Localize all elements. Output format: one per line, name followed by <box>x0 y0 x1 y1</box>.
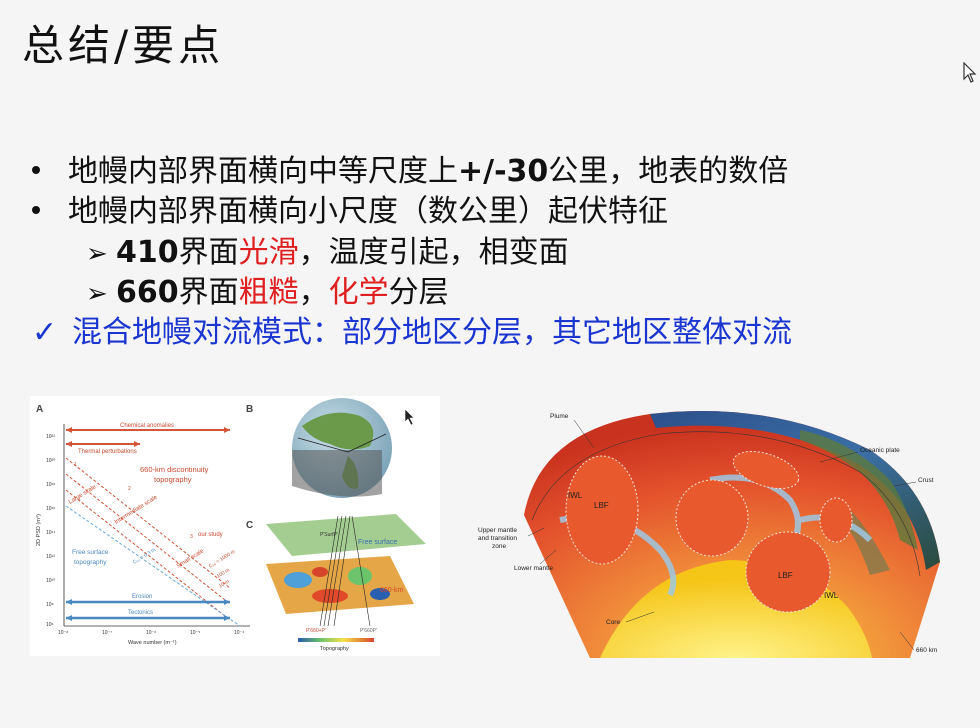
bullet-1-value: +/-30 <box>458 154 549 189</box>
globe-image <box>292 398 392 498</box>
panel-c-label: C <box>246 520 253 531</box>
topography-colorbar <box>298 638 374 642</box>
check-bullet-text: 混合地幔对流模式：部分地区分层，其它地区整体对流 <box>72 315 792 350</box>
chem-anomalies-label: Chemical anomalies <box>120 423 174 429</box>
sub-660-number: 660 <box>116 275 179 310</box>
sub-660-t1: 界面 <box>178 275 239 310</box>
sub-410-red: 光滑 <box>238 235 299 270</box>
iwl-label: IWL <box>568 491 583 500</box>
phase-label: P'SurfP' <box>320 532 338 538</box>
y-axis-label: 2D PSD (m⁴) <box>35 514 42 546</box>
y-tick: 10¹⁴ <box>46 530 55 536</box>
mouse-cursor-icon-2 <box>404 408 415 426</box>
bullet-1-text: 地幔内部界面横向中等尺度上 <box>68 154 458 189</box>
y-tick: 10²⁰ <box>46 458 55 464</box>
topography-label: Topography <box>320 646 349 652</box>
panel-b-label: B <box>246 404 253 415</box>
checkmark-icon: ✓ <box>32 315 58 350</box>
free-surface-c-label: Free surface <box>358 539 397 546</box>
sub-660-red2: 化学 <box>328 275 389 310</box>
upper-mantle-label-3: zone <box>492 543 506 550</box>
panel-a-label: A <box>36 404 43 415</box>
our-study-label: our study <box>198 532 223 538</box>
sub-410-t1: 界面 <box>178 235 239 270</box>
660km-c-label: 660-km <box>380 587 404 594</box>
phase-label: P'660P' <box>360 628 377 634</box>
sub-bullet-410: ➢ 410界面光滑，温度引起，相变面 <box>86 227 569 271</box>
bullet-dot-icon <box>32 165 40 174</box>
y-tick: 10⁶ <box>46 622 54 628</box>
y-tick: 10¹⁶ <box>46 506 55 512</box>
lbf-label: LBF <box>594 501 609 510</box>
sub-660-t3: 分层 <box>388 275 449 310</box>
sub-660-red1: 粗糙 <box>238 275 299 310</box>
x-tick: 10⁻⁷ <box>102 630 112 636</box>
lbf-label-2: LBF <box>778 571 793 580</box>
tectonics-label: Tectonics <box>128 610 153 616</box>
mouse-cursor-icon <box>963 62 977 83</box>
oceanic-plate-label: Oceanic plate <box>860 447 900 454</box>
x-tick: 10⁻⁶ <box>146 630 156 636</box>
crust-label: Crust <box>918 477 934 484</box>
phase-label: P'660+P' <box>306 628 326 634</box>
upper-mantle-label: Upper mantle <box>478 527 517 534</box>
label-n3: 3 <box>190 534 193 540</box>
y-tick: 10¹⁸ <box>46 482 55 488</box>
sub-410-number: 410 <box>116 235 179 270</box>
bullet-1-suffix: 公里，地表的数倍 <box>548 154 789 189</box>
x-axis-label: Wave number (m⁻¹) <box>128 640 177 646</box>
y-tick: 10⁸ <box>46 602 54 608</box>
y-tick: 10¹⁰ <box>46 578 55 584</box>
thermal-label: Thermal perturbations <box>78 449 137 455</box>
label-n1: 1 <box>74 462 77 468</box>
disc-label-2: topography <box>154 475 192 484</box>
x-tick: 10⁻⁵ <box>190 630 200 636</box>
y-tick: 10¹² <box>46 554 55 560</box>
plume-label: Plume <box>550 413 569 420</box>
figure-left: A 10²² 10²⁰ 10¹⁸ 10¹⁶ 10¹⁴ 10¹² 10¹⁰ 10⁸… <box>30 396 440 656</box>
bullet-1: 地幔内部界面横向中等尺度上+/-30公里，地表的数倍 <box>28 146 788 190</box>
free-surface-label-2: topography <box>74 559 107 566</box>
arrow-bullet-icon: ➢ <box>86 279 108 309</box>
core-label: Core <box>606 619 620 626</box>
sub-bullet-660: ➢ 660界面粗糙，化学分层 <box>86 267 449 311</box>
free-surface-label: Free surface <box>72 549 109 556</box>
lower-mantle-label: Lower mantle <box>514 565 553 572</box>
sub-410-t2: ，温度引起，相变面 <box>298 235 569 270</box>
erosion-label: Erosion <box>132 594 152 600</box>
upper-mantle-label-2: and transition <box>478 535 517 542</box>
x-tick: 10⁻⁴ <box>234 630 244 636</box>
figure-right: IWL LBF LBF IWL Plume Oceanic plate Crus… <box>478 410 940 658</box>
bullet-dot-icon <box>32 205 40 214</box>
iwl-label-2: IWL <box>824 591 839 600</box>
slide-title: 总结/要点 <box>22 21 225 70</box>
check-bullet: ✓ 混合地幔对流模式：部分地区分层，其它地区整体对流 <box>32 307 792 351</box>
bullet-2: 地幔内部界面横向小尺度（数公里）起伏特征 <box>28 186 668 230</box>
sub-660-t2: ， <box>298 275 329 310</box>
label-n2: 2 <box>128 486 131 492</box>
x-tick: 10⁻⁸ <box>58 630 68 636</box>
y-tick: 10²² <box>46 434 55 440</box>
bullet-2-text: 地幔内部界面横向小尺度（数公里）起伏特征 <box>68 194 668 229</box>
disc-label: 660-km discontinuity <box>140 465 209 474</box>
arrow-bullet-icon: ➢ <box>86 239 108 269</box>
660km-label: 660 km <box>916 647 937 654</box>
